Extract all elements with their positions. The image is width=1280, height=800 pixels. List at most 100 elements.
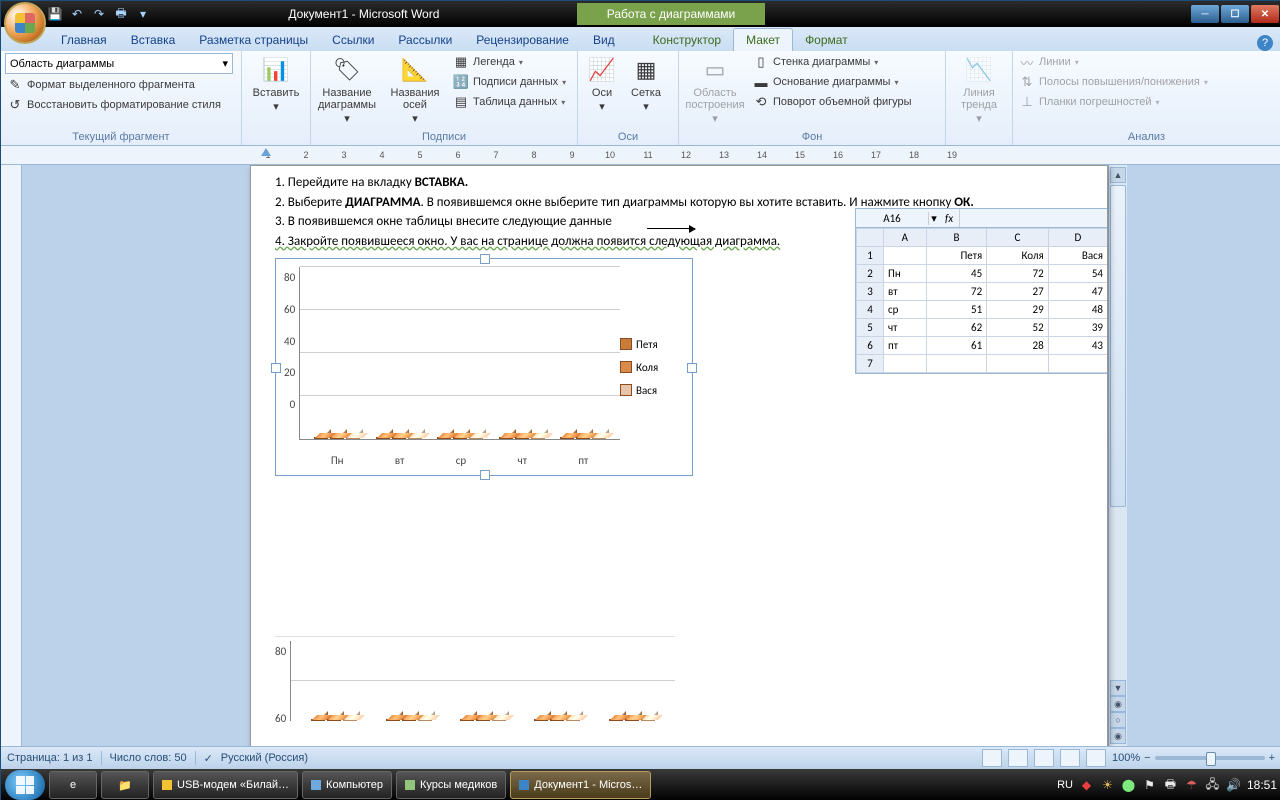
taskbar-explorer[interactable]: 📁 [101, 771, 149, 799]
taskbar-item-4[interactable]: Документ1 - Micros… [510, 771, 651, 799]
tray-icon[interactable]: 🖶 [1163, 778, 1178, 793]
zoom-slider[interactable] [1155, 756, 1265, 760]
scroll-down-icon[interactable]: ▼ [1110, 680, 1126, 696]
taskbar-item-1[interactable]: USB-модем «Билай… [153, 771, 298, 799]
name-box[interactable]: A16 [856, 212, 929, 225]
taskbar-ie[interactable]: e [49, 771, 97, 799]
ribbon-tabs: Главная Вставка Разметка страницы Ссылки… [1, 27, 1280, 51]
prev-page-icon[interactable]: ◉ [1110, 696, 1126, 712]
browse-object-icon[interactable]: ○ [1110, 712, 1126, 728]
maximize-button[interactable]: ☐ [1221, 5, 1249, 23]
embedded-chart[interactable]: 806040200 Пнвтсрчтпт Петя Коля [275, 258, 693, 476]
taskbar-item-3[interactable]: Курсы медиков [396, 771, 506, 799]
redo-icon[interactable]: ↷ [91, 6, 107, 22]
legend-button[interactable]: ▦Легенда▾ [451, 53, 568, 71]
vertical-scrollbar[interactable]: ▲ ▼ ◉ ○ ◉ [1108, 165, 1127, 746]
print-icon[interactable]: 🖶 [113, 6, 129, 22]
minimize-button[interactable]: ─ [1191, 5, 1219, 23]
start-button[interactable] [5, 770, 45, 800]
lines-icon: 〰 [1019, 54, 1035, 70]
reset-icon: ↺ [7, 97, 23, 113]
title-bar: 💾 ↶ ↷ 🖶 ▾ Документ1 - Microsoft Word Раб… [1, 1, 1280, 27]
undo-icon[interactable]: ↶ [69, 6, 85, 22]
word-count[interactable]: Число слов: 50 [110, 752, 187, 764]
document-page[interactable]: 1. Перейдите на вкладку ВСТАВКА. 2. Выбе… [250, 165, 1108, 746]
vertical-ruler[interactable] [1, 165, 22, 746]
tab-insert[interactable]: Вставка [119, 29, 188, 51]
horizontal-ruler[interactable]: 12345678910111213141516171819 [1, 146, 1280, 165]
tray-icon[interactable]: ☂ [1184, 778, 1199, 793]
chart-title-button[interactable]: 🏷Название диаграммы▾ [315, 53, 379, 127]
axes-button[interactable]: 📈Оси▾ [582, 53, 622, 115]
office-button[interactable] [4, 2, 46, 44]
chart-wall-button[interactable]: ▯Стенка диаграммы▾ [751, 53, 914, 71]
reset-style-button[interactable]: ↺Восстановить форматирование стиля [5, 96, 237, 114]
clock[interactable]: 18:51 [1247, 778, 1277, 792]
tab-view[interactable]: Вид [581, 29, 627, 51]
chart-element-combo[interactable]: Область диаграммы▾ [5, 53, 233, 74]
window-title: Документ1 - Microsoft Word [151, 7, 577, 21]
axes-icon: 📈 [587, 55, 617, 85]
tray-icon[interactable]: ☀ [1100, 778, 1115, 793]
page-indicator[interactable]: Страница: 1 из 1 [7, 752, 93, 764]
format-selection-button[interactable]: ✎Формат выделенного фрагмента [5, 76, 237, 94]
close-button[interactable]: ✕ [1251, 5, 1279, 23]
lang-indicator[interactable]: RU [1057, 779, 1073, 791]
grid-icon: ▦ [631, 55, 661, 85]
taskbar: e 📁 USB-модем «Билай… Компьютер Курсы ме… [1, 769, 1280, 800]
spellcheck-icon[interactable]: ✓ [204, 752, 213, 765]
errorbar-icon: ⊥ [1019, 94, 1035, 110]
rotate-3d-button[interactable]: ⟲Поворот объемной фигуры [751, 93, 914, 111]
text-line-1: 1. Перейдите на вкладку ВСТАВКА. [275, 174, 1083, 192]
tray-icon[interactable]: ⚑ [1142, 778, 1157, 793]
data-labels-button[interactable]: 🔢Подписи данных▾ [451, 73, 568, 91]
error-bars-button: ⊥Планки погрешностей▾ [1017, 93, 1210, 111]
zoom-in-icon[interactable]: + [1269, 752, 1275, 764]
tab-layout[interactable]: Макет [733, 28, 793, 51]
view-fullscreen[interactable] [1008, 749, 1028, 767]
tab-home[interactable]: Главная [49, 29, 119, 51]
spreadsheet-grid[interactable]: ABCD 1ПетяКоляВася 2Пн457254 3вт722747 4… [856, 228, 1108, 373]
chart-x-axis: Пнвтсрчтпт [299, 440, 620, 467]
zoom-level[interactable]: 100% [1112, 752, 1140, 764]
group-axes: Оси [582, 130, 674, 145]
datalabel-icon: 🔢 [453, 74, 469, 90]
help-icon[interactable]: ? [1257, 35, 1273, 51]
qat-more-icon[interactable]: ▾ [135, 6, 151, 22]
trend-icon: 📉 [964, 55, 994, 85]
scroll-up-icon[interactable]: ▲ [1110, 167, 1126, 183]
tab-pagelayout[interactable]: Разметка страницы [187, 29, 320, 51]
taskbar-item-2[interactable]: Компьютер [302, 771, 392, 799]
plotarea-icon: ▭ [700, 55, 730, 85]
tab-design[interactable]: Конструктор [641, 29, 733, 51]
chart-floor-button[interactable]: ▬Основание диаграммы▾ [751, 73, 914, 91]
volume-icon[interactable]: 🔊 [1226, 778, 1241, 793]
formula-bar[interactable] [959, 209, 1108, 227]
insert-button[interactable]: 📊Вставить▾ [246, 53, 306, 115]
view-draft[interactable] [1086, 749, 1106, 767]
language-indicator[interactable]: Русский (Россия) [221, 752, 308, 764]
legend-icon: ▦ [453, 54, 469, 70]
tab-review[interactable]: Рецензирование [464, 29, 581, 51]
tab-format[interactable]: Формат [793, 29, 860, 51]
scroll-thumb[interactable] [1110, 185, 1126, 507]
view-outline[interactable] [1060, 749, 1080, 767]
tray-icon[interactable]: ⬤ [1121, 778, 1136, 793]
tab-mailings[interactable]: Рассылки [386, 29, 464, 51]
view-web[interactable] [1034, 749, 1054, 767]
tab-references[interactable]: Ссылки [320, 29, 386, 51]
work-area: 12345678910111213141516171819 1. Перейди… [1, 146, 1280, 746]
data-table-button[interactable]: ▤Таблица данных▾ [451, 93, 568, 111]
tray-icon[interactable]: ◆ [1079, 778, 1094, 793]
datatable-icon: ▤ [453, 94, 469, 110]
axis-titles-button[interactable]: 📐Названия осей▾ [383, 53, 447, 127]
gridlines-button[interactable]: ▦Сетка▾ [626, 53, 666, 115]
view-print-layout[interactable] [982, 749, 1002, 767]
network-icon[interactable]: 🖧 [1205, 778, 1220, 793]
status-bar: Страница: 1 из 1 Число слов: 50 ✓ Русски… [1, 746, 1280, 769]
next-page-icon[interactable]: ◉ [1110, 728, 1126, 744]
save-icon[interactable]: 💾 [47, 6, 63, 22]
zoom-out-icon[interactable]: − [1144, 752, 1150, 764]
group-labels: Подписи [315, 130, 573, 145]
lines-button: 〰Линии▾ [1017, 53, 1210, 71]
